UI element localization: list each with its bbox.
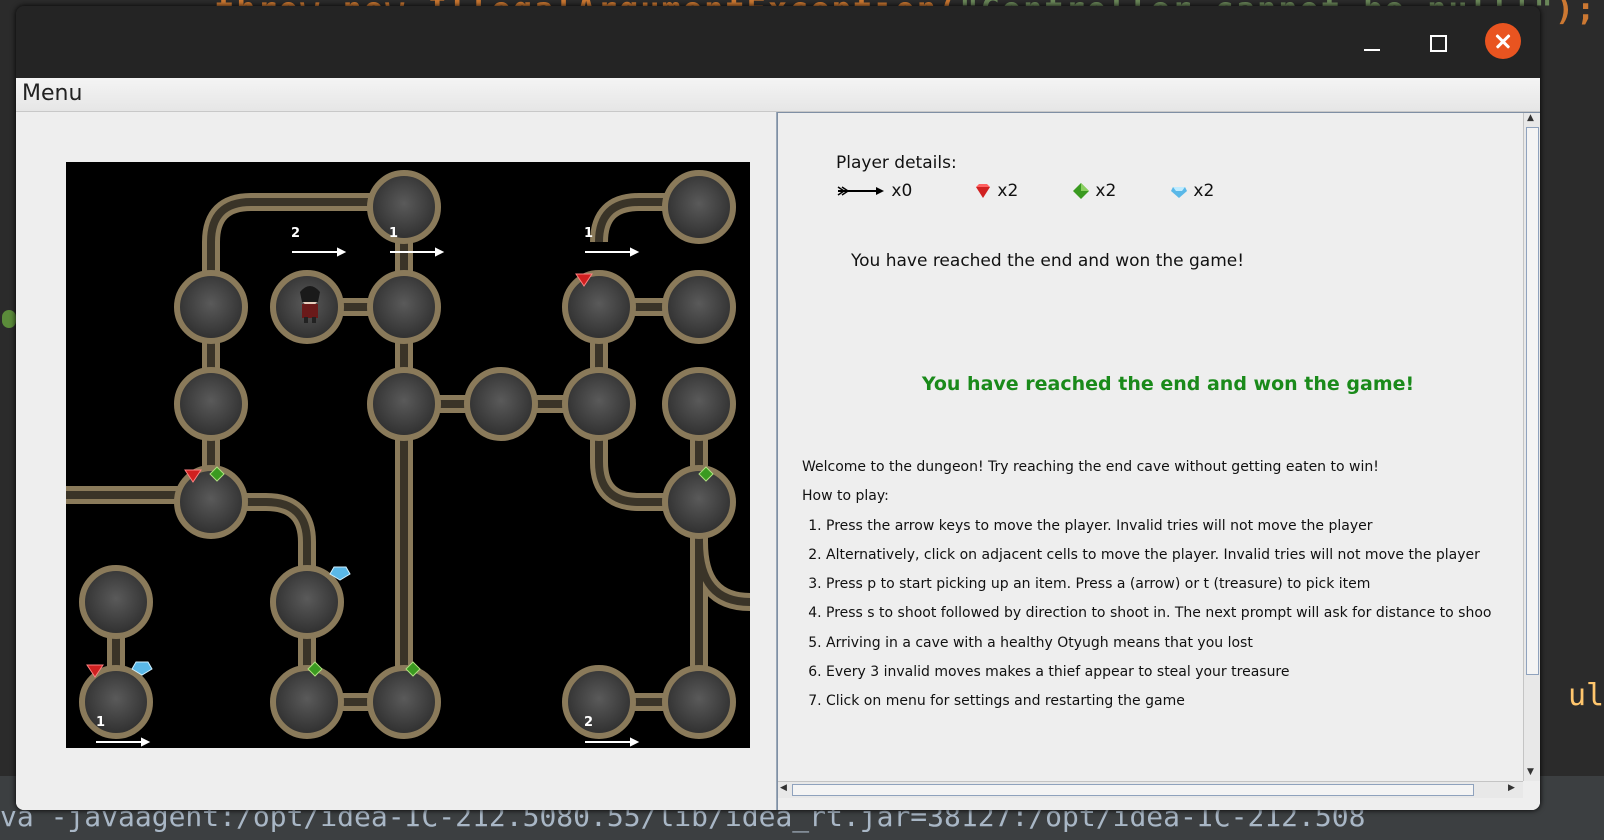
- menu-bar: Menu: [16, 78, 1540, 112]
- horizontal-scroll-thumb[interactable]: [792, 784, 1474, 796]
- close-button[interactable]: [1485, 23, 1521, 59]
- arrow-count-label: 2: [584, 715, 594, 730]
- list-item: Click on menu for settings and restartin…: [826, 693, 1491, 722]
- list-item: Arriving in a cave with a healthy Otyugh…: [826, 635, 1491, 664]
- player-details-title: Player details:: [836, 153, 957, 173]
- dungeon-svg: [66, 170, 750, 747]
- scroll-left-icon[interactable]: ◀: [780, 783, 787, 793]
- win-message: You have reached the end and won the gam…: [921, 373, 1415, 395]
- horizontal-scrollbar[interactable]: ◀ ▶: [778, 781, 1523, 798]
- sapphire-inventory: x2: [1170, 181, 1214, 201]
- background-gutter-icon: [2, 310, 16, 328]
- status-message: You have reached the end and won the gam…: [851, 251, 1245, 271]
- arrow-count-label: 2: [291, 226, 301, 241]
- menu-item[interactable]: Menu: [22, 81, 82, 106]
- player-sprite: [300, 286, 320, 323]
- scroll-up-icon[interactable]: ▲: [1527, 113, 1534, 123]
- minimize-button[interactable]: [1354, 25, 1390, 61]
- list-item: Press p to start picking up an item. Pre…: [826, 576, 1491, 605]
- list-item: Press s to shoot followed by direction t…: [826, 605, 1491, 634]
- arrow-count-label: 1: [96, 715, 106, 730]
- dungeon-map[interactable]: 2 1 1 1 2: [66, 162, 750, 748]
- map-panel: 2 1 1 1 2: [16, 112, 777, 810]
- sapphire-count: x2: [1193, 181, 1215, 201]
- how-to-play-heading: How to play:: [802, 488, 889, 505]
- arrow-count-label: 1: [389, 226, 399, 241]
- vertical-scrollbar[interactable]: ▲ ▼: [1523, 113, 1540, 781]
- diamond-icon: [1073, 183, 1089, 199]
- diamond-count: x2: [1095, 181, 1117, 201]
- instructions-list: Press the arrow keys to move the player.…: [802, 518, 1491, 723]
- ruby-inventory: x2: [974, 181, 1018, 201]
- diamond-inventory: x2: [1072, 181, 1116, 201]
- scroll-down-icon[interactable]: ▼: [1527, 767, 1534, 777]
- scroll-right-icon[interactable]: ▶: [1508, 783, 1515, 793]
- list-item: Every 3 invalid moves makes a thief appe…: [826, 664, 1491, 693]
- list-item: Press the arrow keys to move the player.…: [826, 518, 1491, 547]
- arrow-icon: [837, 186, 884, 196]
- maximize-button[interactable]: [1419, 25, 1455, 61]
- background-code-fragment: ul: [1568, 678, 1604, 713]
- title-bar[interactable]: [16, 6, 1540, 78]
- sapphire-icon: [1171, 187, 1187, 198]
- arrow-count: x0: [891, 181, 913, 201]
- help-text: Welcome to the dungeon! Try reaching the…: [802, 459, 1491, 723]
- arrow-inventory: x0: [836, 181, 912, 201]
- arrow-count-label: 1: [584, 226, 594, 241]
- vertical-scroll-thumb[interactable]: [1526, 127, 1539, 675]
- main-content: 2 1 1 1 2 Player details: x0 x2 x2 x2 Yo…: [16, 112, 1540, 810]
- list-item: Alternatively, click on adjacent cells t…: [826, 547, 1491, 576]
- welcome-text: Welcome to the dungeon! Try reaching the…: [802, 459, 1379, 475]
- ruby-icon: [976, 184, 990, 198]
- game-window: Menu 2 1 1 1 2 Player details: x0 x2 x2 …: [16, 6, 1540, 810]
- ruby-count: x2: [997, 181, 1019, 201]
- info-panel: Player details: x0 x2 x2 x2 You have rea…: [777, 112, 1540, 810]
